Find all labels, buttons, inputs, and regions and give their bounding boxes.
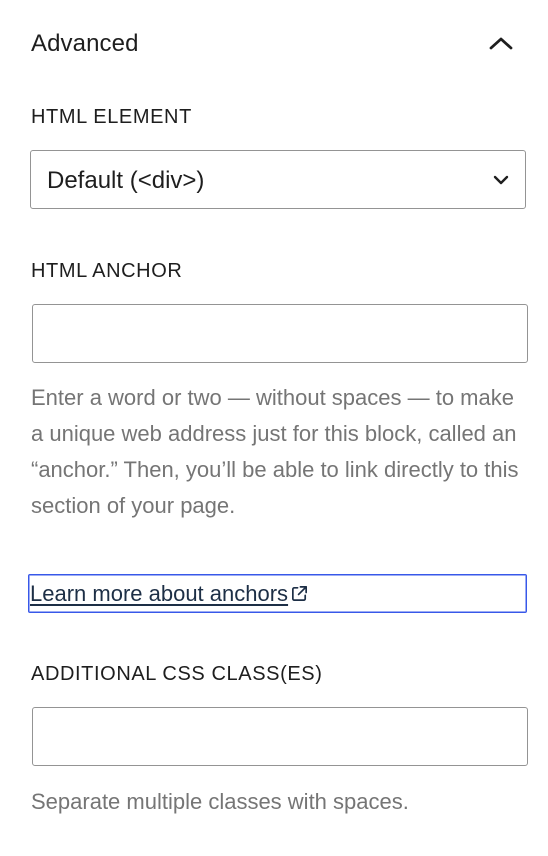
css-classes-label: ADDITIONAL CSS CLASS(ES) bbox=[31, 663, 323, 685]
html-anchor-label: HTML ANCHOR bbox=[31, 260, 183, 282]
learn-more-link-focus-ring: Learn more about anchors bbox=[28, 574, 527, 613]
css-classes-input[interactable] bbox=[32, 707, 528, 766]
html-element-label: HTML ELEMENT bbox=[31, 106, 192, 128]
advanced-panel-toggle[interactable]: Advanced bbox=[0, 18, 548, 74]
chevron-down-icon bbox=[493, 175, 509, 185]
advanced-panel: Advanced HTML ELEMENT Default (<div>) HT… bbox=[0, 0, 548, 856]
external-link-icon bbox=[292, 585, 308, 602]
panel-title: Advanced bbox=[31, 30, 139, 57]
html-anchor-input[interactable] bbox=[32, 304, 528, 363]
learn-more-anchors-link[interactable]: Learn more about anchors bbox=[30, 581, 309, 607]
css-classes-help-text: Separate multiple classes with spaces. bbox=[31, 789, 409, 814]
chevron-up-icon[interactable] bbox=[486, 32, 516, 56]
html-element-selected-value: Default (<div>) bbox=[47, 167, 205, 194]
learn-more-link-text: Learn more about anchors bbox=[30, 581, 289, 606]
html-anchor-help-text: Enter a word or two — without spaces — t… bbox=[31, 385, 519, 518]
html-element-select[interactable]: Default (<div>) bbox=[30, 150, 526, 209]
